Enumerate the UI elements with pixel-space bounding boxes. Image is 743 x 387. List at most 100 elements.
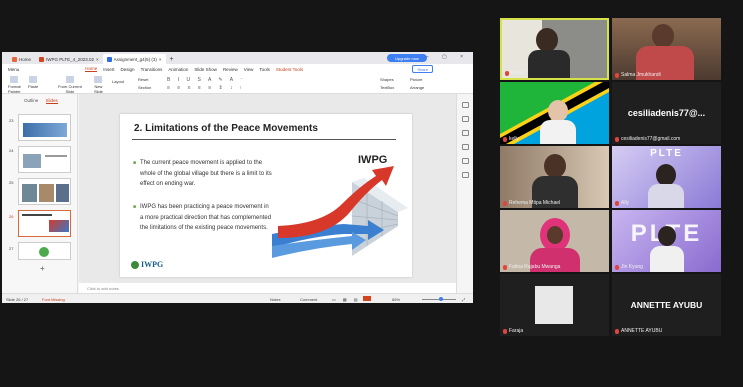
background-overlay-text: PLTE — [650, 148, 683, 159]
share-button[interactable]: Share — [412, 65, 433, 73]
textbox-dropdown[interactable]: TextBox — [380, 85, 394, 90]
tab-slides[interactable]: Slides — [45, 98, 58, 104]
slide-number: 25 — [9, 180, 14, 185]
upgrade-button[interactable]: Upgrade now — [387, 54, 427, 62]
comment-toggle[interactable]: Comment — [300, 297, 317, 302]
status-bar: Slide 26 / 27 Font Missing Notes Comment… — [2, 293, 473, 303]
participant-tile-kelly[interactable]: kelly — [500, 82, 609, 144]
menu-slide-show[interactable]: Slide Show — [194, 67, 217, 72]
section-dropdown[interactable]: Section — [138, 85, 151, 90]
slide-thumbnail-25[interactable] — [18, 178, 71, 205]
from-current-slide-button[interactable]: From Current Slide — [58, 76, 82, 94]
thumb-content — [22, 184, 37, 202]
panel-tabs: Outline Slides — [24, 98, 58, 104]
participant-tile-fatina[interactable]: Fatina Rajabu Mwanga — [500, 210, 609, 272]
participant-video — [528, 50, 570, 78]
fit-icon[interactable]: ⤢ — [462, 297, 465, 302]
animation-icon[interactable] — [461, 130, 469, 136]
add-slide-button[interactable]: + — [40, 264, 45, 273]
notes-area[interactable]: Click to add notes — [79, 283, 456, 293]
mic-muted-icon — [615, 200, 619, 206]
participant-tile-rehema[interactable]: Rehema Mtipa Michael — [500, 146, 609, 208]
slide-title[interactable]: 2. Limitations of the Peace Movements — [134, 123, 318, 134]
menu-bar: Menu Home Insert Design Transitions Anim… — [2, 64, 473, 74]
format-painter-button[interactable]: Format Painter — [8, 76, 21, 94]
settings-icon[interactable] — [461, 144, 469, 150]
participant-video — [540, 120, 576, 144]
menu-tools[interactable]: Tools — [259, 67, 270, 72]
participant-name: Salma Jmukhandi — [615, 72, 661, 78]
font-missing-button[interactable]: Font Missing — [42, 297, 65, 302]
slide-thumbnail-23[interactable] — [18, 114, 71, 141]
tab-assignment-label: Assignment_g4(5) (3) — [113, 56, 157, 62]
participant-display-name: cesiliadenis77@... — [627, 108, 706, 118]
tab-outline[interactable]: Outline — [24, 98, 38, 103]
play-button[interactable] — [363, 296, 371, 301]
arrows-breaking-wall-image[interactable] — [272, 164, 408, 260]
participant-name: Rehema Mtipa Michael — [503, 200, 560, 206]
reset-button[interactable]: Reset — [138, 77, 148, 82]
participant-tile-faraja-2[interactable]: Faraja — [500, 274, 609, 336]
participant-display-name: ANNETTE AYUBU — [630, 300, 703, 310]
slide-number: 23 — [9, 118, 14, 123]
menu-view[interactable]: View — [244, 67, 254, 72]
mic-muted-icon — [505, 70, 509, 76]
thumb-content — [22, 214, 52, 216]
zoom-slider[interactable] — [422, 297, 456, 301]
arrange-dropdown[interactable]: Arrange — [410, 85, 424, 90]
participant-tile-faraja[interactable]: Faraja — [500, 18, 609, 80]
tab-presentation[interactable]: IWPG PLTE_4_2023.02 × — [35, 54, 103, 64]
participant-name: Faraja — [505, 70, 525, 76]
menu-animation[interactable]: Animation — [168, 67, 188, 72]
font-format-toolbar[interactable]: B I U S A ✎ A ⁻ — [167, 77, 246, 83]
tab-home[interactable]: Home — [8, 54, 35, 64]
tab-assignment[interactable]: Assignment_g4(5) (3) × — [102, 54, 166, 64]
tab-presentation-label: IWPG PLTE_4_2023.02 — [46, 56, 94, 62]
more-icon[interactable] — [461, 172, 469, 178]
shape-icon[interactable] — [461, 116, 469, 122]
shapes-dropdown[interactable]: Shapes — [380, 77, 394, 82]
participant-name: ANNETTE AYUBU — [615, 328, 662, 334]
slide-thumbnail-27[interactable] — [18, 242, 71, 260]
participant-tile-salma[interactable]: Salma Jmukhandi — [612, 18, 721, 80]
zoom-slider-knob[interactable] — [438, 297, 443, 301]
menu-button[interactable]: Menu — [8, 67, 19, 72]
participant-tile-jin-kyung[interactable]: PLTE Jin Kyung — [612, 210, 721, 272]
participant-video — [536, 28, 558, 52]
new-tab-button[interactable]: + — [166, 54, 178, 64]
picture-button[interactable]: Picture — [410, 77, 422, 82]
menu-insert[interactable]: Insert — [103, 67, 114, 72]
participant-video — [656, 164, 676, 186]
participant-tile-annette[interactable]: ANNETTE AYUBU ANNETTE AYUBU — [612, 274, 721, 336]
notes-toggle[interactable]: Notes — [270, 297, 280, 302]
participant-tile-cesilia[interactable]: cesiliadenis77@... cesiliadenis77@gmail.… — [612, 82, 721, 144]
bullet-2[interactable]: ■ IWPG has been practicing a peace movem… — [133, 202, 272, 234]
bullet-1[interactable]: ■ The current peace movement is applied … — [133, 158, 272, 190]
window-controls[interactable]: – ▢ × — [426, 54, 469, 60]
style-icon[interactable] — [461, 102, 469, 108]
menu-design[interactable]: Design — [121, 67, 135, 72]
menu-transitions[interactable]: Transitions — [141, 67, 163, 72]
paste-button[interactable]: Paste — [28, 76, 38, 89]
profile-picture — [535, 286, 573, 324]
participant-name: Fatina Rajabu Mwanga — [503, 264, 560, 270]
menu-student-tools[interactable]: Student Tools — [276, 67, 303, 72]
participant-name: cesiliadenis77@gmail.com — [615, 136, 680, 142]
app-tabbar: Home IWPG PLTE_4_2023.02 × Assignment_g4… — [2, 52, 473, 64]
share-icon[interactable] — [461, 158, 469, 164]
paragraph-toolbar[interactable]: ≡ ≡ ≡ ≡ ≡ ⇕ ↕ ⁝ — [167, 85, 245, 91]
close-icon[interactable]: × — [96, 57, 99, 62]
slide-thumbnail-26[interactable] — [18, 210, 71, 237]
zoom-level[interactable]: 65% — [392, 297, 400, 302]
menu-review[interactable]: Review — [223, 67, 238, 72]
current-slide[interactable]: 2. Limitations of the Peace Movements ■ … — [120, 114, 412, 277]
close-icon[interactable]: × — [159, 57, 162, 62]
bullet-icon: ■ — [133, 160, 137, 166]
view-buttons[interactable]: ▭ ▦ ▤ — [332, 297, 361, 302]
new-slide-button[interactable]: New Slide — [94, 76, 103, 94]
slide-thumbnail-24[interactable] — [18, 146, 71, 173]
layout-dropdown[interactable]: Layout — [112, 79, 124, 84]
slide-editor: 2. Limitations of the Peace Movements ■ … — [79, 94, 456, 283]
menu-home[interactable]: Home — [85, 66, 98, 72]
participant-tile-ally[interactable]: PLTE Ally — [612, 146, 721, 208]
